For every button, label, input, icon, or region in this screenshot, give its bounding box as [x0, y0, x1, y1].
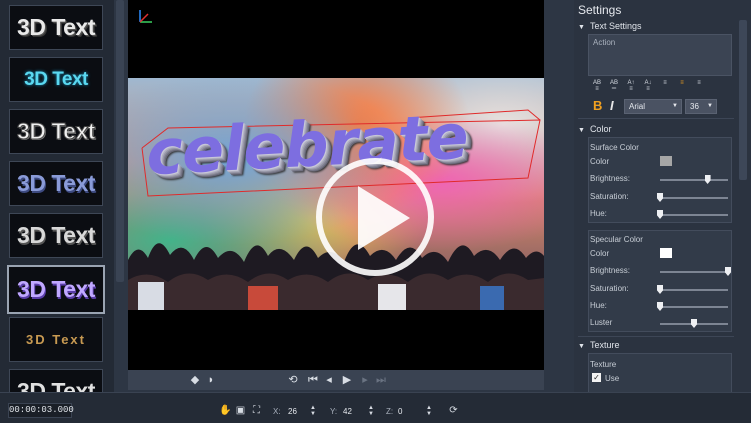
surface-hue-label: Hue:	[590, 209, 607, 218]
action-placeholder: Action	[593, 38, 616, 47]
surface-saturation-label: Saturation:	[590, 192, 629, 201]
specular-luster-label: Luster	[590, 318, 613, 327]
z-label: Z:	[386, 407, 394, 416]
specular-saturation-slider[interactable]	[657, 285, 728, 294]
dropdown-arrow-icon: ▼	[707, 103, 713, 109]
mark-out-icon[interactable]: ◗	[204, 373, 218, 387]
y-value[interactable]: 42	[343, 407, 352, 416]
settings-title: Settings	[578, 3, 622, 17]
specular-color-label: Color	[590, 249, 610, 258]
color-header[interactable]: ▼ Color	[578, 124, 611, 134]
preset-tile-selected[interactable]: 3D Text	[7, 265, 105, 314]
collapse-arrow-icon: ▼	[578, 343, 585, 350]
collapse-arrow-icon: ▼	[578, 127, 585, 134]
specular-luster-slider[interactable]	[660, 319, 728, 328]
go-to-start-icon[interactable]: ⏮	[306, 373, 320, 387]
preset-tile[interactable]: 3D Text	[9, 109, 103, 154]
play-icon[interactable]	[358, 186, 410, 250]
surface-color-swatch[interactable]	[660, 156, 672, 166]
specular-hue-label: Hue:	[590, 301, 607, 310]
preset-tile[interactable]: 3D Text	[9, 317, 103, 362]
hand-pan-icon[interactable]: ✋	[219, 405, 231, 416]
video-frame: celebrate	[128, 78, 544, 310]
texture-use-checkbox[interactable]: ✓	[592, 373, 601, 382]
z-value[interactable]: 0	[398, 407, 402, 416]
preset-tile[interactable]: 3D Text	[9, 369, 103, 392]
fit-frame-icon[interactable]: ⛶	[251, 405, 262, 416]
texture-use-label: Use	[605, 374, 620, 383]
play-button-icon[interactable]: ▶	[340, 373, 354, 387]
mark-in-icon[interactable]: ◆	[188, 373, 202, 387]
specular-hue-slider[interactable]	[657, 302, 728, 311]
surface-saturation-slider[interactable]	[657, 193, 728, 202]
timecode-field[interactable]: 00:00:03.000	[8, 403, 74, 418]
text-case-upper-icon[interactable]: AB ≡	[592, 80, 602, 92]
specular-brightness-slider[interactable]	[660, 267, 731, 276]
align-left-icon[interactable]: ≡	[660, 80, 670, 92]
preset-strip: 3D Text 3D Text 3D Text 3D Text 3D Text …	[0, 0, 114, 392]
reset-icon[interactable]: ⟳	[448, 405, 459, 416]
z-stepper[interactable]: ▲ ▼	[425, 405, 433, 417]
preset-tile[interactable]: 3D Text	[9, 213, 103, 258]
loop-icon[interactable]: ⟲	[286, 373, 300, 387]
next-frame-icon[interactable]: ▸	[358, 373, 372, 387]
italic-button[interactable]: I	[610, 98, 614, 113]
preview-canvas[interactable]: celebrate	[128, 0, 544, 370]
specular-color-title: Specular Color	[590, 235, 643, 244]
font-size-select[interactable]: 36 ▼	[685, 99, 717, 114]
text-case-lower-icon[interactable]: AB ═	[609, 80, 619, 92]
surface-brightness-label: Brightness:	[590, 174, 631, 183]
y-label: Y:	[330, 407, 338, 416]
axis-gizmo-icon	[139, 10, 152, 23]
previous-frame-icon[interactable]: ◂	[322, 373, 336, 387]
preset-tile[interactable]: 3D Text	[9, 57, 103, 102]
preset-tile[interactable]: 3D Text	[9, 5, 103, 50]
divider	[578, 118, 734, 119]
specular-saturation-label: Saturation:	[590, 284, 629, 293]
texture-title: Texture	[590, 360, 617, 369]
surface-hue-slider[interactable]	[657, 210, 728, 219]
surface-brightness-slider[interactable]	[660, 175, 728, 184]
specular-color-swatch[interactable]	[660, 248, 672, 258]
text-sort-up-icon[interactable]: A↑ ≡	[626, 80, 636, 92]
align-center-icon[interactable]: ≡	[677, 80, 687, 92]
specular-brightness-label: Brightness:	[590, 266, 631, 275]
x-stepper[interactable]: ▲ ▼	[309, 405, 317, 417]
text-sort-down-icon[interactable]: A↓ ≡	[643, 80, 653, 92]
action-text-field[interactable]: Action	[588, 34, 732, 76]
x-value[interactable]: 26	[288, 407, 297, 416]
settings-panel: Settings ▼ Text Settings Action AB ≡ AB ═ A…	[574, 0, 751, 392]
preset-scrollbar[interactable]	[116, 0, 124, 282]
app-window: 3D Text 3D Text 3D Text 3D Text 3D Text …	[0, 0, 751, 423]
playback-controls: ◆ ◗ ⟲ ⏮ ◂ ▶ ▸ ⏭	[128, 370, 544, 390]
texture-group	[588, 353, 732, 392]
y-stepper[interactable]: ▲ ▼	[367, 405, 375, 417]
preset-tile[interactable]: 3D Text	[9, 161, 103, 206]
font-select[interactable]: Arial ▼	[624, 99, 682, 114]
x-label: X:	[273, 407, 281, 416]
bold-button[interactable]: B	[593, 98, 602, 113]
image-view-icon[interactable]: ▣	[235, 405, 246, 416]
collapse-arrow-icon: ▼	[578, 24, 585, 31]
surface-color-label: Color	[590, 157, 610, 166]
dropdown-arrow-icon: ▼	[672, 103, 678, 109]
divider	[578, 336, 734, 337]
specular-color-group	[588, 230, 732, 332]
text-format-toolbar: AB ≡ AB ═ A↑ ≡ A↓ ≡ ≡ ≡ ≡	[592, 80, 704, 92]
settings-scrollbar[interactable]	[739, 20, 747, 180]
surface-color-title: Surface Color	[590, 143, 639, 152]
text-settings-header[interactable]: ▼ Text Settings	[578, 21, 641, 31]
go-to-end-icon[interactable]: ⏭	[374, 373, 388, 387]
bottom-toolbar: 00:00:03.000 ✋ ▣ ⛶ X: 26 ▲ ▼ Y: 42 ▲ ▼ Z: …	[0, 392, 751, 423]
texture-header[interactable]: ▼ Texture	[578, 340, 619, 350]
align-right-icon[interactable]: ≡	[694, 80, 704, 92]
